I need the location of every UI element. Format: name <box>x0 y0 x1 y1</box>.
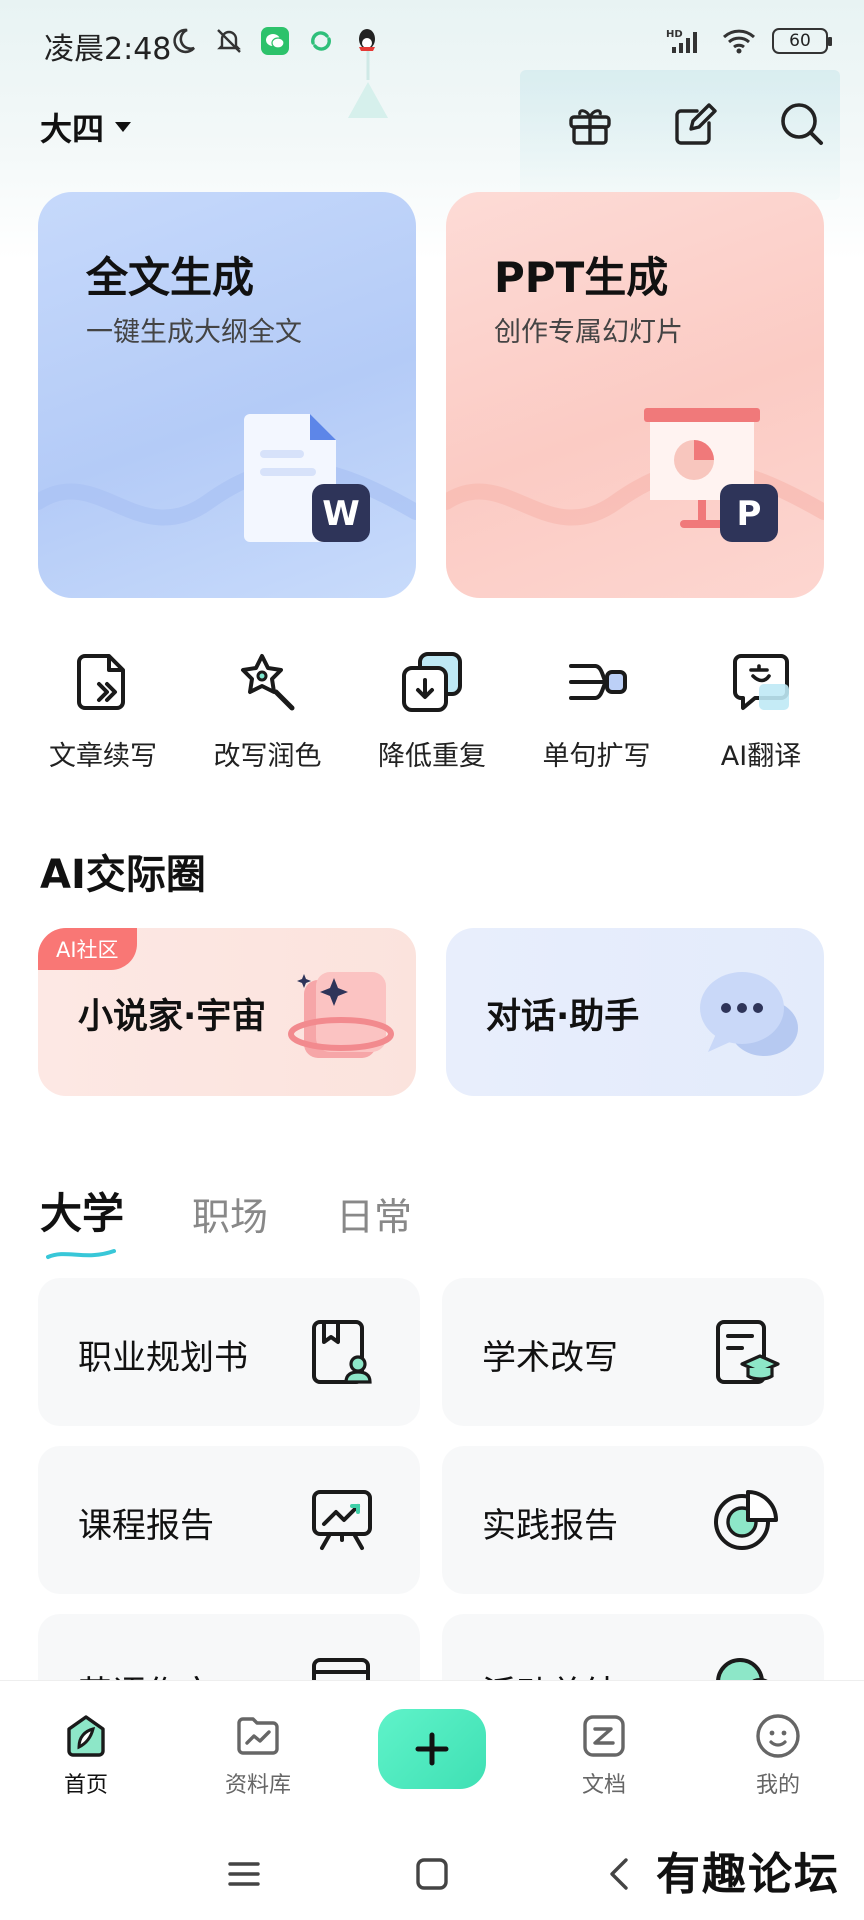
svg-text:W: W <box>322 494 360 534</box>
course-report-icon <box>312 1490 372 1550</box>
nav-label: 我的 <box>755 1773 800 1798</box>
academic-rewrite-icon <box>716 1320 780 1384</box>
template-label: 课程报告 <box>78 1506 214 1546</box>
svg-text:HD: HD <box>666 29 683 40</box>
tab-active-underline <box>46 1249 116 1259</box>
ppt-generate-card[interactable]: PPT生成 创作专属幻灯片 P <box>446 192 824 598</box>
card-title: PPT生成 <box>494 253 669 302</box>
document-icon <box>583 1715 625 1757</box>
section-title: AI交际圈 <box>40 852 206 898</box>
nav-label: 首页 <box>63 1773 108 1798</box>
category-tabs: 大学 职场 日常 <box>40 1180 412 1259</box>
tab-label: 大学 <box>40 1189 125 1238</box>
tool-label: 降低重复 <box>378 741 486 772</box>
nav-library[interactable]: 资料库 <box>198 1711 318 1799</box>
nav-profile[interactable]: 我的 <box>718 1711 838 1799</box>
novelist-universe-card[interactable]: AI社区 小说家·宇宙 <box>38 928 416 1096</box>
card-label: 小说家·宇宙 <box>78 997 267 1037</box>
quick-tools: 文章续写 改写润色 降低重复 单句扩写 AI翻译 <box>28 650 836 773</box>
nav-documents[interactable]: 文档 <box>544 1711 664 1799</box>
wifi-icon <box>720 26 758 56</box>
doc-continue-icon <box>77 654 125 710</box>
home-leaf-icon <box>67 1715 105 1757</box>
edit-icon[interactable] <box>668 96 724 152</box>
rewrite-polish-icon <box>240 654 294 711</box>
reduce-duplicate-icon <box>402 652 462 712</box>
nav-label: 文档 <box>581 1773 626 1798</box>
tab-workplace[interactable]: 职场 <box>192 1186 268 1241</box>
template-career-plan[interactable]: 职业规划书 <box>38 1278 420 1426</box>
template-academic-rewrite[interactable]: 学术改写 <box>442 1278 824 1426</box>
card-title: 全文生成 <box>86 253 255 302</box>
battery-indicator: 60 <box>772 28 832 54</box>
bottom-navigation: 首页 资料库 文档 我的 <box>0 1680 864 1830</box>
profile-smile-icon <box>756 1714 800 1758</box>
gift-icon[interactable] <box>562 96 618 152</box>
sync-app-icon <box>306 26 336 56</box>
full-text-generate-card[interactable]: 全文生成 一键生成大纲全文 W <box>38 192 416 598</box>
grade-selector[interactable]: 大四 <box>40 104 132 150</box>
template-practice-report[interactable]: 实践报告 <box>442 1446 824 1594</box>
career-plan-icon <box>312 1320 372 1384</box>
card-label: 对话·助手 <box>486 997 640 1037</box>
mute-bell-icon <box>214 26 244 56</box>
grade-label: 大四 <box>40 110 105 148</box>
library-icon <box>237 1717 279 1755</box>
tool-ai-translate[interactable]: AI翻译 <box>686 650 836 773</box>
tab-university[interactable]: 大学 <box>40 1180 125 1259</box>
tool-label: 单句扩写 <box>542 741 651 772</box>
practice-report-icon <box>714 1490 778 1550</box>
template-label: 职业规划书 <box>78 1338 248 1378</box>
home-square-icon[interactable] <box>410 1852 454 1896</box>
tool-label: 改写润色 <box>213 741 322 772</box>
template-label: 学术改写 <box>482 1338 618 1378</box>
tool-sentence-expand[interactable]: 单句扩写 <box>522 650 672 773</box>
sentence-expand-icon <box>568 664 627 700</box>
wechat-icon <box>260 26 290 56</box>
caret-down-icon <box>115 122 132 132</box>
word-document-icon: W <box>244 414 370 542</box>
nav-home[interactable]: 首页 <box>26 1711 146 1799</box>
status-bar: 凌晨2:48 HD 60 <box>0 0 864 88</box>
card-subtitle: 创作专属幻灯片 <box>494 317 683 348</box>
presentation-board-icon: P <box>644 408 778 542</box>
template-label: 实践报告 <box>482 1506 618 1546</box>
watermark: 有趣论坛 <box>656 1849 840 1900</box>
create-new-button[interactable] <box>378 1709 486 1789</box>
planet-sparkle-icon <box>288 972 394 1058</box>
menu-icon[interactable] <box>222 1852 266 1896</box>
tool-reduce-duplicate[interactable]: 降低重复 <box>357 650 507 773</box>
nav-label: 资料库 <box>224 1773 291 1798</box>
signal-icon: HD <box>666 26 706 56</box>
back-icon[interactable] <box>598 1852 642 1896</box>
chat-bubble-icon <box>700 972 798 1056</box>
translate-icon <box>733 654 789 710</box>
search-icon[interactable] <box>774 96 830 152</box>
status-time: 凌晨2:48 <box>44 32 172 67</box>
svg-text:P: P <box>737 494 762 534</box>
tool-rewrite-polish[interactable]: 改写润色 <box>193 650 343 773</box>
plus-icon <box>415 1732 449 1766</box>
template-course-report[interactable]: 课程报告 <box>38 1446 420 1594</box>
chat-assistant-card[interactable]: 对话·助手 <box>446 928 824 1096</box>
tool-article-continue[interactable]: 文章续写 <box>28 650 178 773</box>
tool-label: 文章续写 <box>49 741 157 772</box>
tab-daily[interactable]: 日常 <box>336 1186 412 1241</box>
moon-icon <box>168 26 198 56</box>
card-subtitle: 一键生成大纲全文 <box>86 317 302 348</box>
ai-community-badge: AI社区 <box>38 928 137 970</box>
tool-label: AI翻译 <box>720 741 802 772</box>
qq-icon <box>352 26 382 56</box>
